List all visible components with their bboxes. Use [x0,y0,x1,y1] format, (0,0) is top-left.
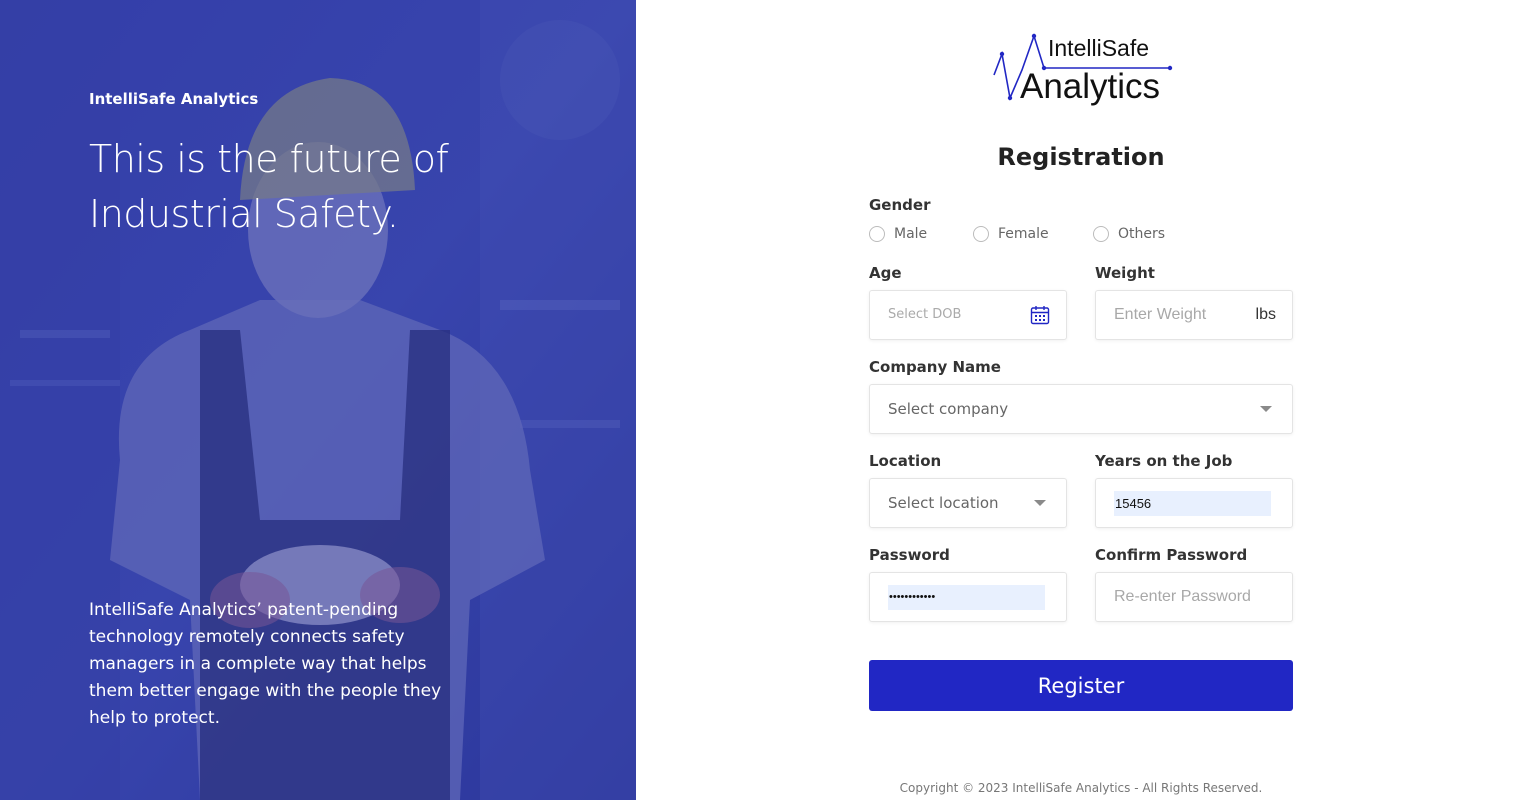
password-value: •••••••••••• [888,585,1045,610]
radio-label-female: Female [998,226,1049,242]
svg-text:IntelliSafe: IntelliSafe [1048,35,1149,61]
confirm-password-placeholder: Re-enter Password [1114,588,1251,605]
dob-placeholder: Select DOB [888,307,962,322]
logo-graphic: IntelliSafe Analytics [993,33,1173,106]
svg-text:Analytics: Analytics [1020,67,1160,106]
hero-brand: IntelliSafe Analytics [89,90,259,108]
radio-label-male: Male [894,226,928,242]
radio-label-others: Others [1118,226,1166,242]
chevron-down-icon[interactable] [1034,500,1046,506]
confirm-password-label: Confirm Password [1095,546,1248,564]
weight-placeholder: Enter Weight [1114,306,1207,323]
confirm-password-input[interactable]: Re-enter Password [1095,572,1293,622]
calendar-icon[interactable] [1030,305,1050,325]
intellisafe-logo: IntelliSafe Analytics [990,30,1174,110]
location-placeholder: Select location [888,494,999,512]
hero-panel: IntelliSafe Analytics This is the future… [0,0,636,800]
register-button[interactable]: Register [869,660,1293,711]
years-value: 15456 [1114,491,1271,516]
company-select[interactable]: Select company [869,384,1293,434]
chevron-down-icon[interactable] [1260,406,1272,412]
radio-circle[interactable] [1093,226,1109,242]
weight-input[interactable]: Enter Weight lbs [1095,290,1293,340]
registration-title: Registration [997,143,1165,171]
company-placeholder: Select company [888,400,1009,418]
password-input[interactable]: •••••••••••• [869,572,1067,622]
gender-radio-male[interactable]: Male [869,226,927,242]
copyright-text: Copyright © 2023 IntelliSafe Analytics -… [899,781,1263,795]
gender-radio-female[interactable]: Female [973,226,1049,242]
password-label: Password [869,546,950,564]
years-input[interactable]: 15456 [1095,478,1293,528]
age-label: Age [869,264,902,282]
weight-unit: lbs [1255,306,1276,323]
dob-input[interactable]: Select DOB [869,290,1067,340]
location-select[interactable]: Select location [869,478,1067,528]
radio-circle[interactable] [869,226,885,242]
radio-circle[interactable] [973,226,989,242]
gender-radio-others[interactable]: Others [1093,226,1165,242]
hero-headline: This is the future of Industrial Safety. [89,137,449,236]
company-label: Company Name [869,358,1001,376]
weight-label: Weight [1095,264,1155,282]
location-label: Location [869,452,942,470]
gender-label: Gender [869,196,931,214]
years-label: Years on the Job [1095,452,1233,470]
hero-description: IntelliSafe Analytics’ patent-pending te… [89,600,442,728]
